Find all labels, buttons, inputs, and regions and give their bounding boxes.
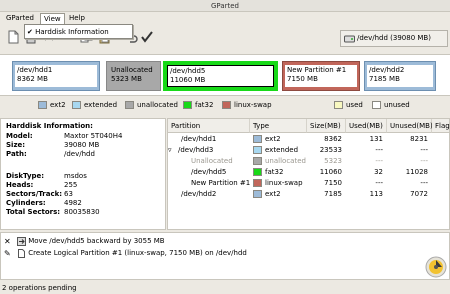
cell-size: 5323 [324, 157, 342, 165]
legend-item-ext2: ext2 [38, 101, 66, 110]
type-color-swatch [253, 179, 262, 187]
info-cylinders: Cylinders: 4982 [6, 199, 82, 207]
check-icon: ✔ [27, 28, 33, 36]
cell-partition: /dev/hdd5 [191, 168, 227, 176]
type-color-swatch [253, 146, 262, 154]
new-partition-icon [18, 248, 25, 258]
expander-icon[interactable]: ▿ [168, 145, 172, 156]
window-title: GParted [0, 0, 450, 12]
type-color-swatch [253, 190, 262, 198]
type-color-swatch [253, 168, 262, 176]
cell-type: fat32 [253, 167, 283, 178]
statusbar: 2 operations pending [2, 284, 77, 292]
table-row[interactable]: /dev/hdd1 ext2 8362 131 8231 [168, 134, 449, 145]
table-row[interactable]: New Partition #1 linux-swap 7150 --- --- [168, 178, 449, 189]
table-row[interactable]: Unallocated unallocated 5323 --- --- [168, 156, 449, 167]
info-size: Size: 39080 MB [6, 141, 100, 149]
legend-item-linux-swap: linux-swap [222, 101, 272, 110]
info-total-sectors: Total Sectors: 80035830 [6, 208, 100, 216]
table-row[interactable]: /dev/hdd2 ext2 7185 113 7072 [168, 189, 449, 200]
info-disktype: DiskType: msdos [6, 172, 87, 180]
view-menu-dropdown: ✔ Harddisk Information [24, 24, 133, 39]
cell-type: ext2 [253, 134, 281, 145]
graph-partition-unallocated[interactable]: Unallocated 5323 MB [106, 61, 161, 91]
cell-size: 7150 [324, 179, 342, 187]
legend-item-extended: extended [72, 101, 117, 110]
graph-partition-hdd1[interactable]: /dev/hdd1 8362 MB [12, 61, 100, 91]
cell-size: 7185 [324, 190, 342, 198]
cell-unused: --- [420, 179, 428, 187]
table-row[interactable]: /dev/hdd5 fat32 11060 32 11028 [168, 167, 449, 178]
column-header-partition[interactable]: Partition [168, 119, 250, 133]
menu-gparted[interactable]: GParted [3, 13, 37, 24]
cell-used: 113 [369, 190, 383, 198]
harddisk-icon [344, 35, 355, 43]
column-header-unused[interactable]: Unused(MB) [387, 119, 433, 133]
info-heads: Heads: 255 [6, 181, 78, 189]
cell-type: ext2 [253, 189, 281, 200]
move-icon [17, 236, 26, 246]
operations-list: ✕ ✎ Move /dev/hdd5 backward by 3055 MB C… [0, 232, 450, 280]
legend-item-fat32: fat32 [183, 101, 213, 110]
cell-used: 32 [374, 168, 383, 176]
column-header-flags[interactable]: Flags [432, 119, 450, 133]
cell-partition: /dev/hdd3 [178, 146, 214, 154]
cell-partition: Unallocated [191, 157, 233, 165]
cell-unused: 8231 [410, 135, 428, 143]
new-partition-icon[interactable] [6, 30, 20, 44]
cell-type: extended [253, 145, 298, 156]
menu-item-harddisk-information[interactable]: ✔ Harddisk Information [27, 27, 130, 37]
info-path: Path:/dev/hdd [6, 150, 95, 158]
cell-size: 11060 [319, 168, 342, 176]
cell-used: --- [375, 146, 383, 154]
device-selector[interactable]: /dev/hdd (39080 MB) [340, 30, 448, 47]
menu-help[interactable]: Help [66, 13, 88, 24]
type-color-swatch [253, 157, 262, 165]
type-color-swatch [253, 135, 262, 143]
cell-partition: /dev/hdd2 [181, 190, 217, 198]
cell-unused: --- [420, 146, 428, 154]
legend-item-unallocated: unallocated [125, 101, 178, 110]
table-row[interactable]: /dev/hdd3 extended 23533 --- --- ▿ [168, 145, 449, 156]
cell-used: 131 [369, 135, 383, 143]
info-model: Model: Maxtor 5T040H4 [6, 132, 123, 140]
info-sectors-track: Sectors/Track: 63 [6, 190, 73, 198]
column-header-used[interactable]: Used(MB) [346, 119, 387, 133]
partition-table: Partition Type Size(MB) Used(MB) Unused(… [167, 118, 450, 230]
cell-type: unallocated [253, 156, 306, 167]
cell-size: 23533 [319, 146, 342, 154]
operation-item[interactable]: Move /dev/hdd5 backward by 3055 MB [17, 236, 165, 247]
close-icon[interactable]: ✕ [4, 237, 11, 246]
column-header-type[interactable]: Type [250, 119, 307, 133]
legend-item-unused: unused [372, 101, 410, 110]
gparted-logo-icon [425, 256, 447, 278]
cell-size: 8362 [324, 135, 342, 143]
cell-used: --- [375, 157, 383, 165]
operation-item[interactable]: Create Logical Partition #1 (linux-swap,… [17, 248, 247, 259]
harddisk-info-panel: Harddisk Information: Model: Maxtor 5T040… [0, 118, 166, 230]
partition-graph: /dev/hdd1 8362 MB Unallocated 5323 MB /dev… [0, 54, 450, 96]
legend: ext2 extended unallocated fat32 linux-sw… [0, 96, 450, 114]
apply-icon[interactable] [140, 30, 154, 44]
cell-type: linux-swap [253, 178, 303, 189]
cell-unused: 11028 [405, 168, 428, 176]
cell-partition: New Partition #1 [191, 179, 251, 187]
graph-partition-new-1[interactable]: New Partition #1 7150 MB [282, 61, 360, 91]
column-header-size[interactable]: Size(MB) [307, 119, 346, 133]
cell-unused: --- [420, 157, 428, 165]
cell-partition: /dev/hdd1 [181, 135, 217, 143]
legend-item-used: used [334, 101, 363, 110]
cell-unused: 7072 [410, 190, 428, 198]
harddisk-info-heading: Harddisk Information: [6, 122, 93, 130]
graph-partition-hdd2[interactable]: /dev/hdd2 7185 MB [364, 61, 436, 91]
graph-partition-hdd5[interactable]: /dev/hdd5 11060 MB [163, 61, 278, 91]
cell-used: --- [375, 179, 383, 187]
broom-icon[interactable]: ✎ [4, 249, 11, 258]
